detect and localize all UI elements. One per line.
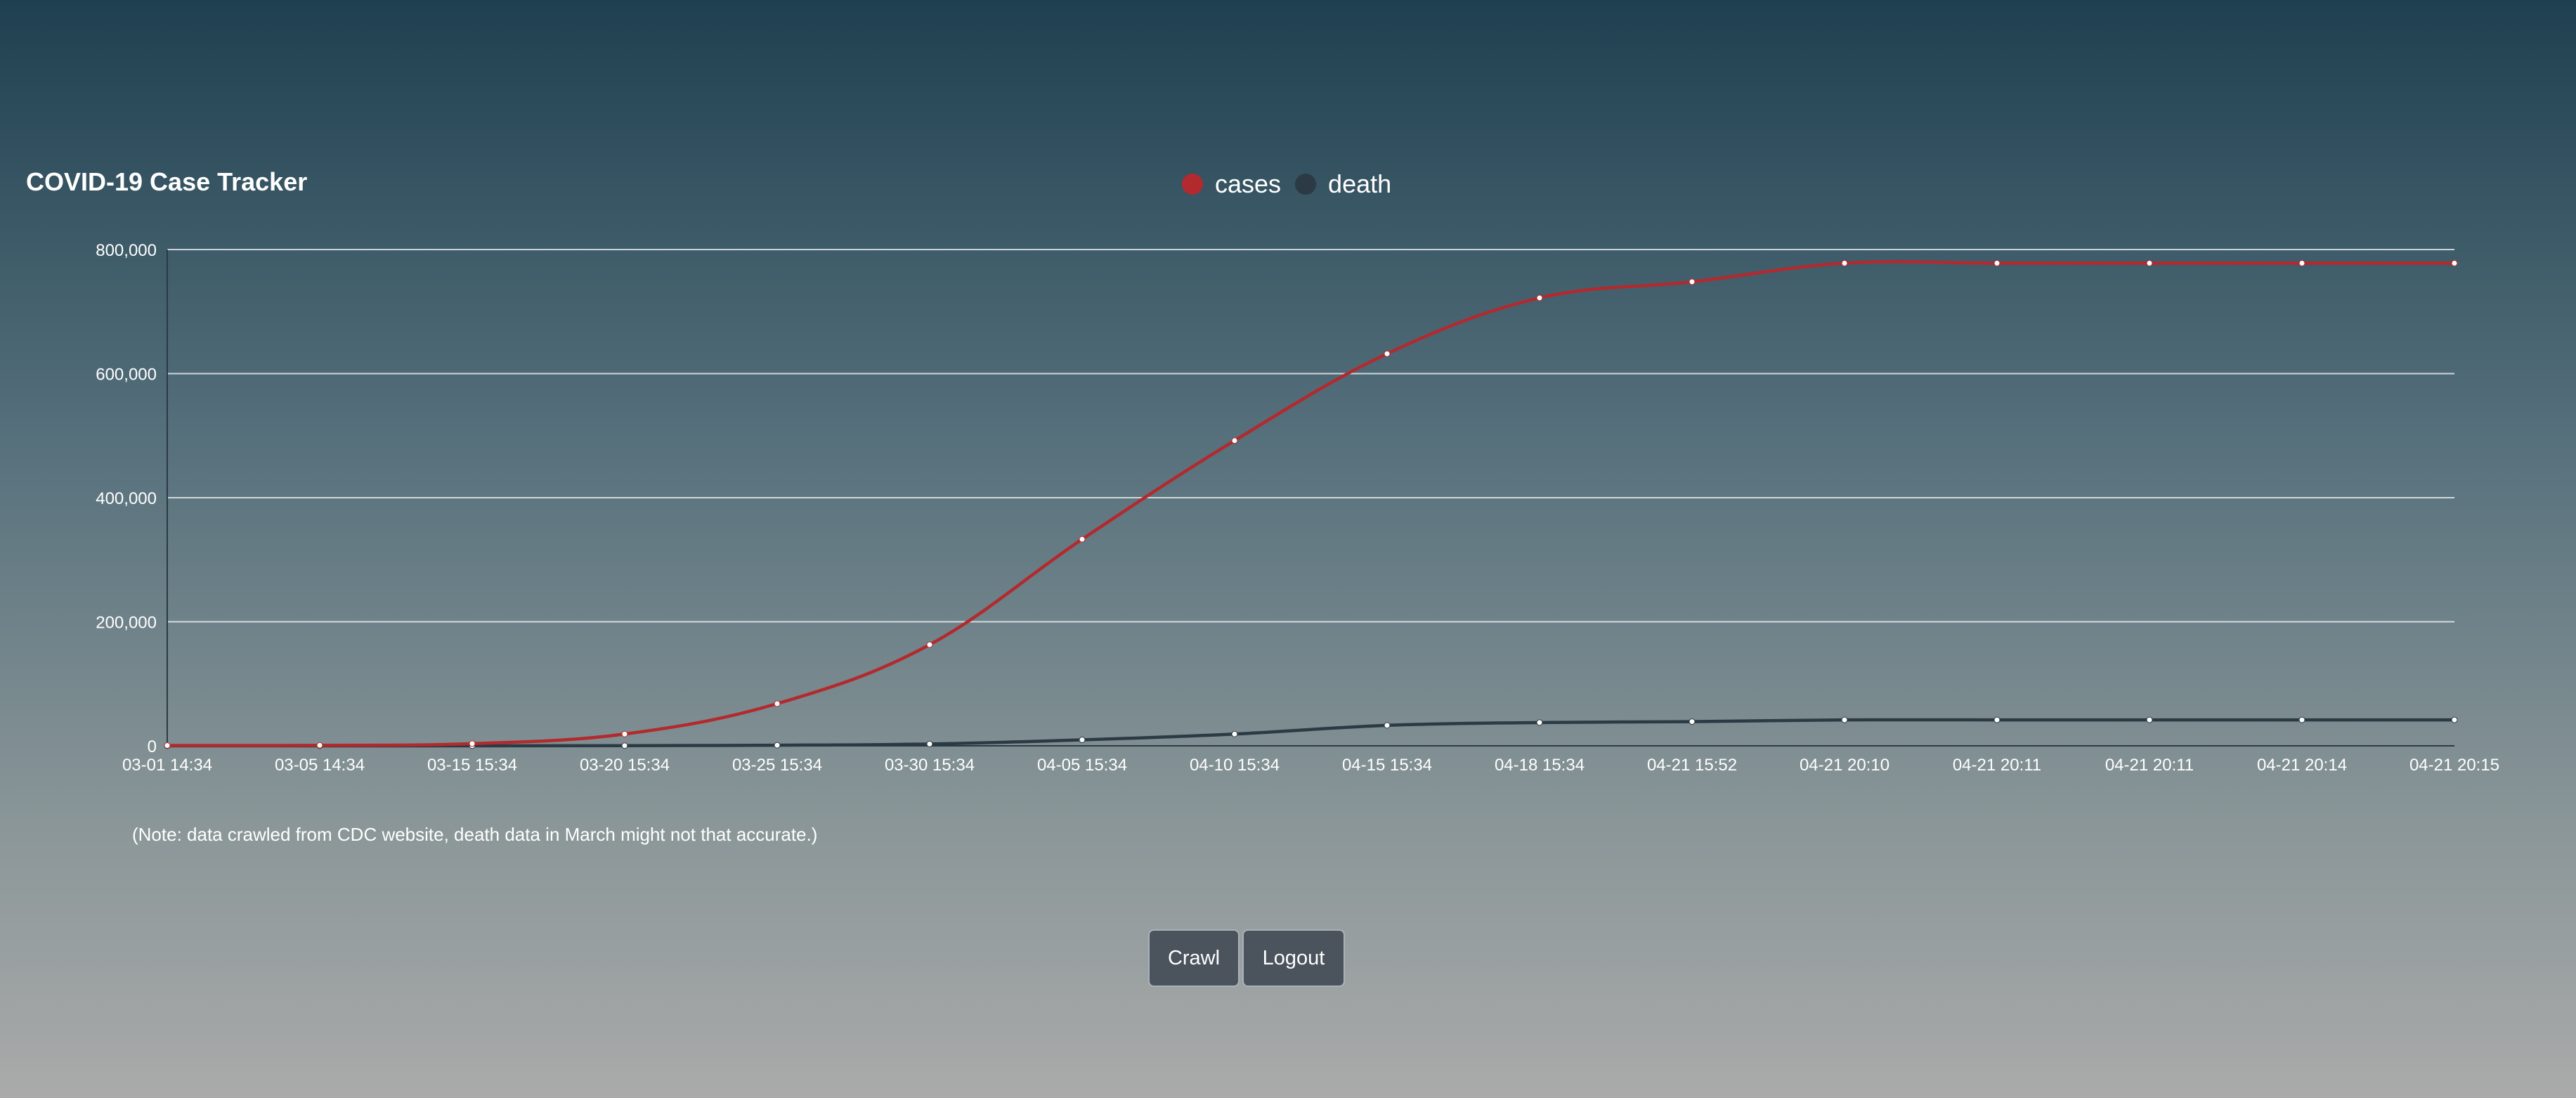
x-tick-label: 03-20 15:34 <box>580 756 670 775</box>
data-point-cases[interactable] <box>1841 259 1848 266</box>
data-point-cases[interactable] <box>2451 259 2458 266</box>
x-tick-label: 03-15 15:34 <box>427 756 517 775</box>
data-point-death[interactable] <box>2146 716 2153 723</box>
data-point-death[interactable] <box>1231 730 1238 737</box>
data-point-death[interactable] <box>2298 716 2305 723</box>
legend-marker-cases <box>1182 174 1203 195</box>
x-tick-label: 04-21 20:14 <box>2257 756 2347 775</box>
x-tick-label: 03-30 15:34 <box>885 756 975 775</box>
data-point-death[interactable] <box>1079 737 1086 744</box>
y-tick-label: 800,000 <box>96 241 157 260</box>
data-point-cases[interactable] <box>316 742 323 749</box>
x-tick-label: 03-01 14:34 <box>122 756 212 775</box>
x-tick-label: 03-25 15:34 <box>732 756 822 775</box>
y-tick-label: 600,000 <box>96 366 157 385</box>
data-point-death[interactable] <box>1841 716 1848 723</box>
data-point-cases[interactable] <box>621 730 628 737</box>
y-tick-label: 400,000 <box>96 489 157 508</box>
page: COVID-19 Case Tracker 0 200,000 400,000 600… <box>0 0 2576 1098</box>
x-tick-label: 04-18 15:34 <box>1495 756 1585 775</box>
x-tick-label: 04-15 15:34 <box>1342 756 1432 775</box>
data-point-cases[interactable] <box>1993 259 2001 266</box>
x-tick-label: 04-10 15:34 <box>1190 756 1280 775</box>
action-buttons: Crawl Logout <box>1148 929 1345 987</box>
data-point-death[interactable] <box>2451 716 2458 723</box>
data-point-cases[interactable] <box>1231 437 1238 444</box>
data-point-cases[interactable] <box>2298 259 2305 266</box>
x-tick-label: 04-05 15:34 <box>1037 756 1127 775</box>
x-tick-label: 04-21 20:10 <box>1800 756 1889 775</box>
data-point-cases[interactable] <box>469 740 476 747</box>
data-point-death[interactable] <box>926 740 933 747</box>
data-note: (Note: data crawled from CDC website, de… <box>132 824 818 845</box>
y-tick-label: 0 <box>148 737 157 756</box>
data-point-cases[interactable] <box>1689 278 1696 285</box>
legend-marker-death <box>1295 174 1317 195</box>
data-point-death[interactable] <box>774 742 781 749</box>
data-point-cases[interactable] <box>774 700 781 707</box>
data-point-death[interactable] <box>1689 718 1696 725</box>
data-point-cases[interactable] <box>1536 295 1543 302</box>
x-tick-label: 04-21 15:52 <box>1647 756 1737 775</box>
crawl-button[interactable]: Crawl <box>1148 929 1240 987</box>
data-point-cases[interactable] <box>926 641 933 648</box>
x-tick-label: 03-05 14:34 <box>275 756 365 775</box>
y-tick-label: 200,000 <box>96 614 157 633</box>
x-tick-label: 04-21 20:15 <box>2409 756 2499 775</box>
data-point-cases[interactable] <box>164 742 171 749</box>
data-point-cases[interactable] <box>2146 259 2153 266</box>
x-tick-label: 04-21 20:11 <box>1953 756 2041 775</box>
legend-label-death[interactable]: death <box>1328 169 1391 198</box>
data-point-cases[interactable] <box>1384 350 1391 357</box>
data-point-death[interactable] <box>1536 719 1543 726</box>
series-line-cases <box>167 260 2454 747</box>
x-tick-label: 04-21 20:11 <box>2105 756 2194 775</box>
data-point-death[interactable] <box>1384 722 1391 729</box>
data-point-death[interactable] <box>621 742 628 749</box>
legend-label-cases[interactable]: cases <box>1215 169 1281 198</box>
logout-button[interactable]: Logout <box>1242 929 1345 987</box>
data-point-cases[interactable] <box>1079 536 1086 543</box>
data-point-death[interactable] <box>1993 716 2001 723</box>
